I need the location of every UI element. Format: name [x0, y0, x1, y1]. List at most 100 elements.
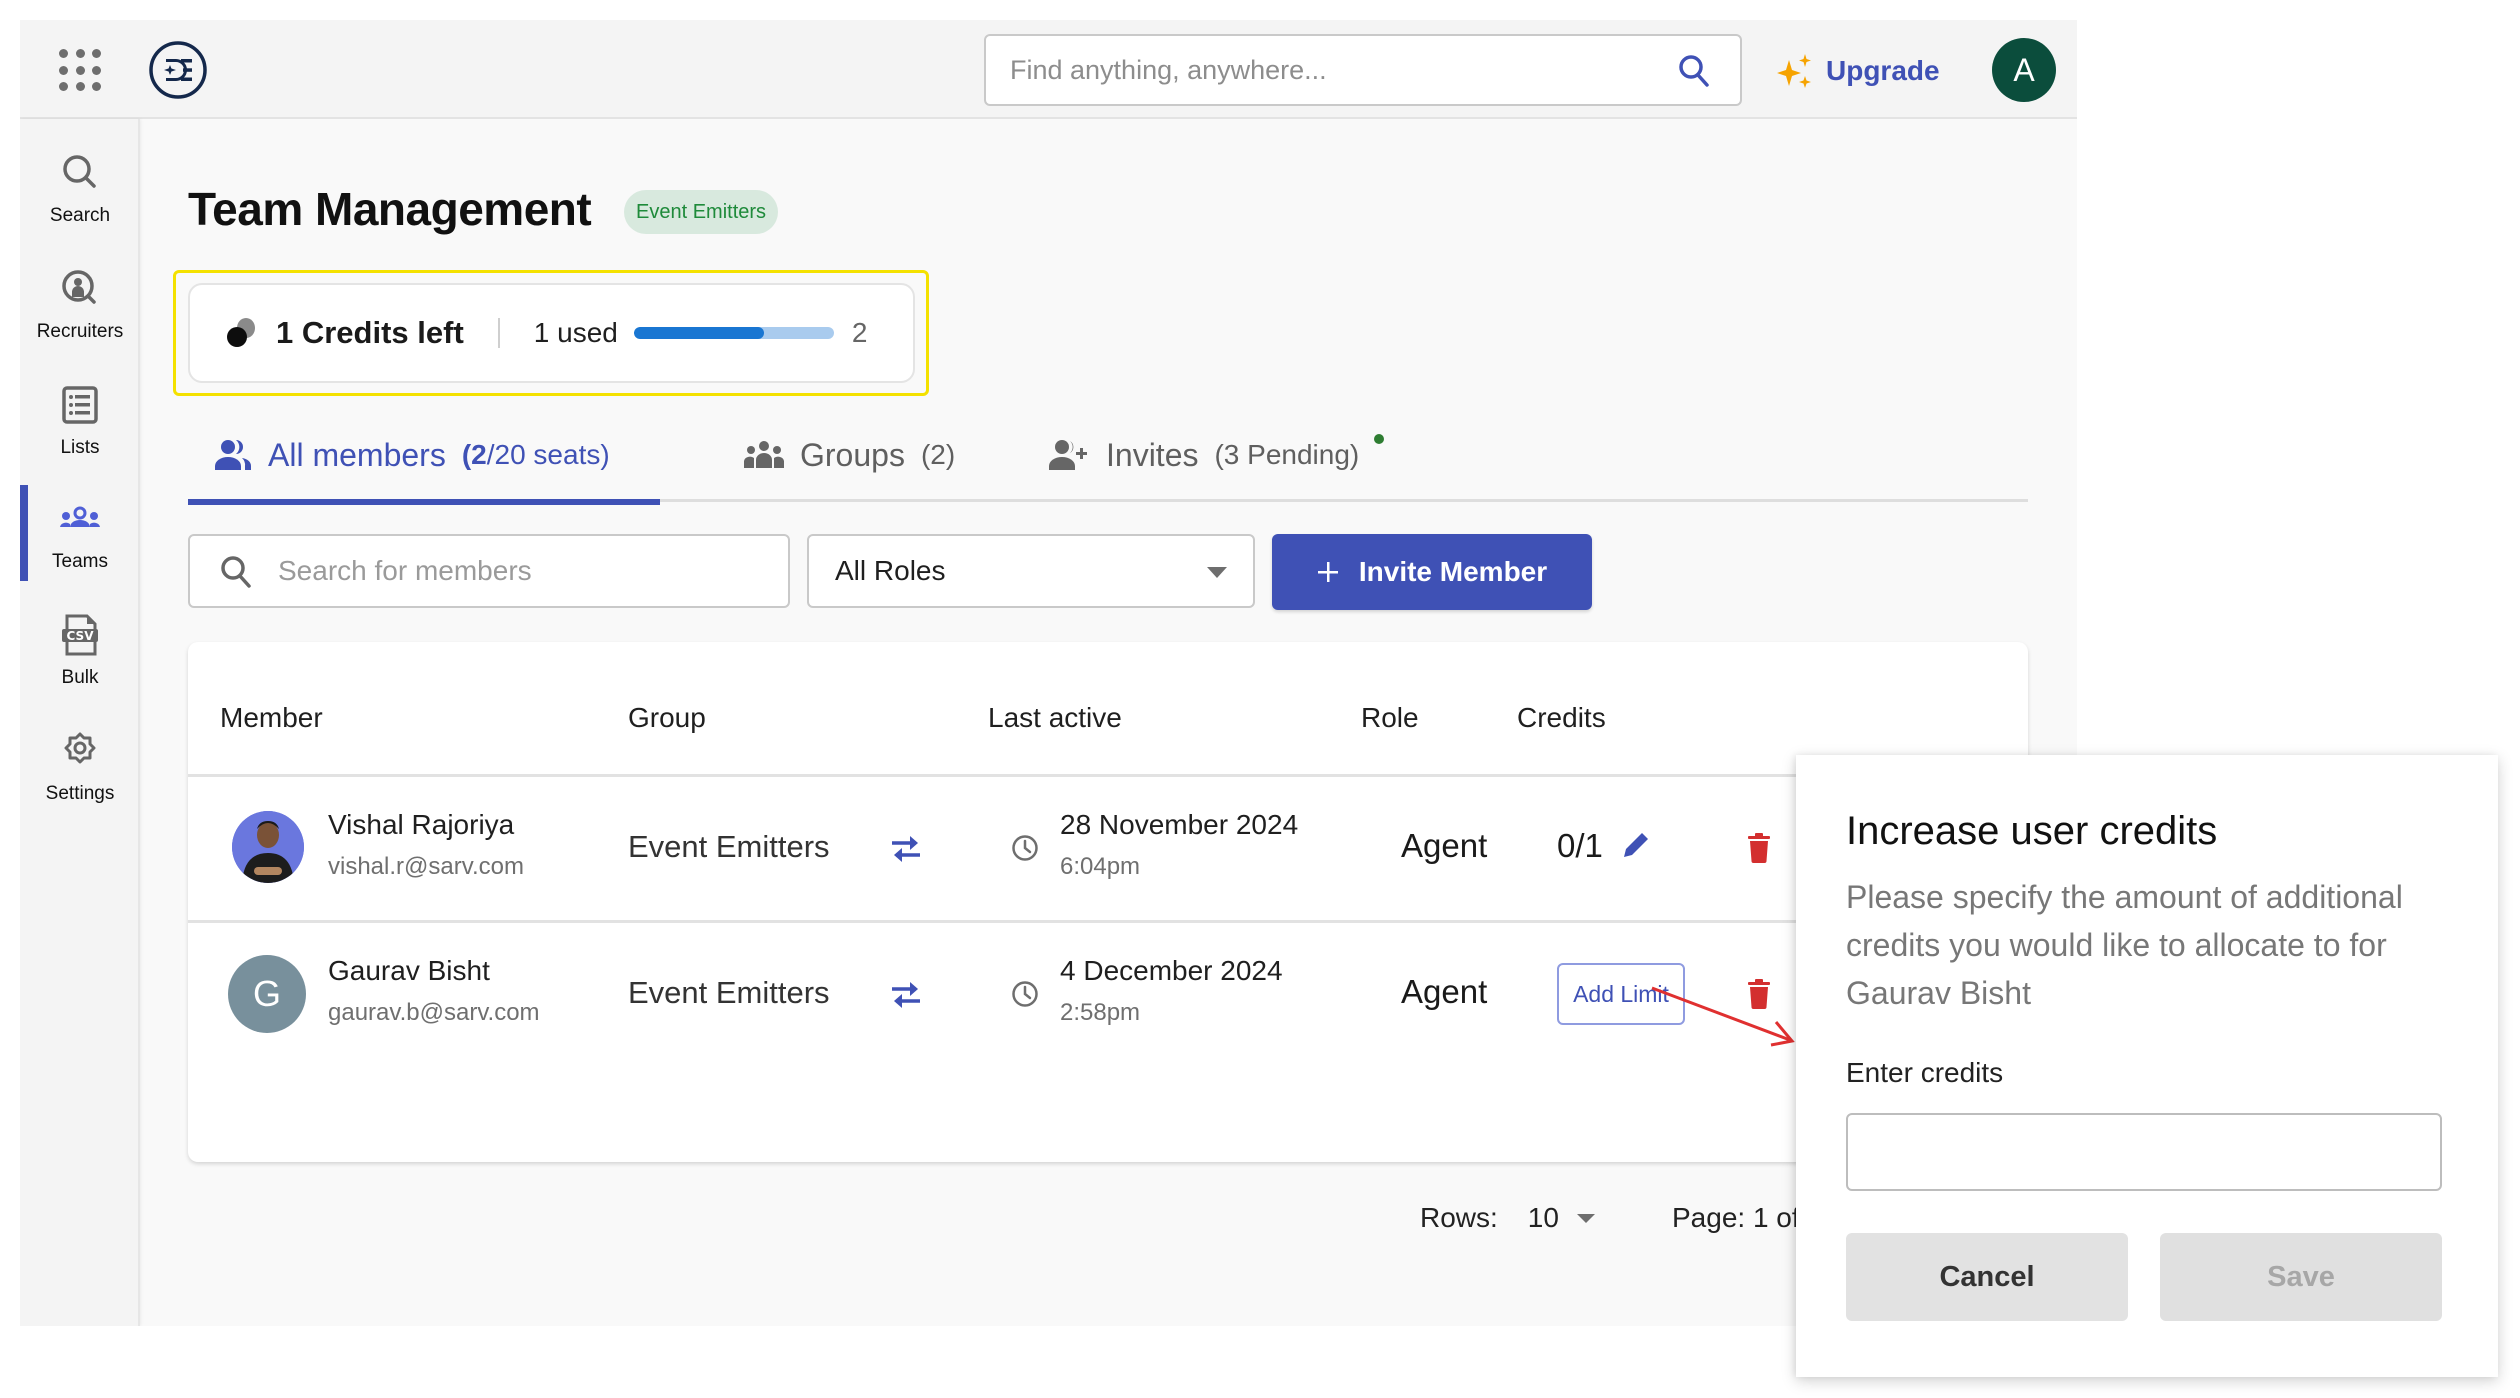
member-tabs: All members (2/20 seats) Groups (2) Invi…	[188, 420, 2028, 505]
last-active-time: 6:04pm	[1060, 853, 1141, 880]
change-group-icon[interactable]	[888, 833, 924, 863]
column-header-role: Role	[1361, 702, 1419, 733]
divider	[497, 318, 500, 348]
last-active-date: 28 November 2024	[1060, 809, 1299, 840]
user-avatar[interactable]: A	[1992, 38, 2056, 102]
clock-icon	[1012, 981, 1038, 1007]
sidebar-item-recruiters[interactable]: Recruiters	[20, 255, 140, 367]
credits-used-label: 1 used	[533, 317, 618, 348]
recruiter-search-icon	[62, 270, 96, 304]
credits-total-label: 2	[851, 317, 868, 348]
rows-per-page[interactable]: Rows: 10	[1420, 1198, 1595, 1238]
column-header-credits: Credits	[1517, 702, 1606, 733]
members-icon	[215, 440, 252, 470]
member-group: Event Emitters	[628, 829, 830, 864]
sidebar-item-lists[interactable]: Lists	[20, 371, 140, 483]
page-indicator: Page: 1 of	[1672, 1198, 1800, 1238]
tab-label: Invites	[1106, 436, 1199, 473]
upgrade-label: Upgrade	[1826, 55, 1940, 86]
sidebar-item-teams[interactable]: Teams	[20, 485, 140, 597]
tab-all-members[interactable]: All members (2/20 seats)	[188, 420, 660, 505]
sidebar: Search Recruiters Lists Teams CSV Bulk S…	[20, 119, 140, 1326]
tab-invites[interactable]: Invites (3 Pending)	[1048, 420, 1359, 502]
member-name: Gaurav Bisht	[328, 955, 490, 986]
sidebar-item-label: Teams	[52, 551, 108, 572]
rows-label: Rows:	[1420, 1202, 1498, 1233]
member-group: Event Emitters	[628, 975, 830, 1010]
avatar: G	[228, 955, 306, 1033]
column-header-last-active: Last active	[988, 702, 1122, 733]
rows-value: 10	[1527, 1202, 1559, 1233]
tab-groups[interactable]: Groups (2)	[744, 420, 955, 502]
member-name: Vishal Rajoriya	[328, 809, 515, 840]
plus-icon	[1317, 562, 1338, 582]
page-title: Team Management	[188, 183, 592, 235]
invite-member-button[interactable]: Invite Member	[1272, 534, 1592, 610]
credits-input-label: Enter credits	[1846, 1057, 2004, 1088]
apps-grid-icon[interactable]	[57, 47, 105, 95]
member-role: Agent	[1401, 827, 1488, 864]
list-icon	[62, 386, 98, 424]
brand-logo[interactable]	[148, 40, 208, 100]
gear-icon	[64, 732, 96, 764]
search-icon	[221, 556, 251, 588]
member-search-input[interactable]	[278, 536, 758, 606]
change-group-icon[interactable]	[888, 979, 924, 1009]
app-window: Upgrade A Search Recruiters	[20, 20, 2077, 1326]
credits-progress-fill	[633, 327, 764, 339]
sidebar-item-search[interactable]: Search	[20, 139, 140, 251]
last-active-time: 2:58pm	[1060, 999, 1141, 1026]
avatar	[232, 811, 304, 883]
add-limit-button[interactable]: Add Limit	[1557, 963, 1685, 1025]
credits-input[interactable]	[1846, 1113, 2442, 1191]
search-icon[interactable]	[1676, 53, 1712, 89]
cancel-button[interactable]: Cancel	[1846, 1233, 2128, 1321]
sidebar-item-label: Settings	[45, 783, 115, 804]
sidebar-item-label: Search	[49, 205, 111, 226]
chevron-down-icon	[1207, 567, 1227, 578]
invite-user-icon	[1049, 440, 1087, 470]
upgrade-button[interactable]: Upgrade	[1776, 46, 1940, 96]
sidebar-item-label: Bulk	[61, 667, 99, 688]
trash-icon[interactable]	[1746, 979, 1772, 1009]
sparkle-icon	[1777, 54, 1811, 88]
last-active-date: 4 December 2024	[1060, 955, 1283, 986]
roles-dropdown-value: All Roles	[835, 555, 946, 586]
sidebar-item-label: Recruiters	[36, 321, 124, 342]
sidebar-item-label: Lists	[60, 437, 100, 458]
clock-icon	[1012, 835, 1038, 861]
table-row: G Gaurav Bisht gaurav.b@sarv.com Event E…	[188, 923, 2028, 1069]
tab-count: (2)	[920, 439, 956, 470]
save-button[interactable]: Save	[2160, 1233, 2442, 1321]
invite-member-label: Invite Member	[1358, 556, 1548, 587]
credits-progress-bar	[633, 327, 834, 339]
tab-count: (3 Pending)	[1214, 439, 1360, 470]
dialog-description: Please specify the amount of additional …	[1846, 879, 2403, 1011]
column-header-member: Member	[220, 702, 323, 733]
invites-notification-dot	[1374, 434, 1384, 444]
teams-icon	[60, 506, 100, 527]
tab-count: (2/20 seats)	[461, 439, 610, 470]
dialog-title: Increase user credits	[1846, 809, 2218, 853]
table-row: Vishal Rajoriya vishal.r@sarv.com Event …	[188, 777, 2028, 923]
member-credits: 0/1	[1557, 827, 1603, 864]
column-header-group: Group	[628, 702, 706, 733]
groups-icon	[744, 441, 784, 468]
tab-label: All members	[268, 436, 446, 473]
sidebar-item-settings[interactable]: Settings	[20, 717, 140, 829]
credits-summary-card: 1 Credits left 1 used 2	[188, 283, 915, 383]
roles-dropdown[interactable]: All Roles	[807, 534, 1255, 608]
svg-text:CSV: CSV	[67, 629, 95, 643]
trash-icon[interactable]	[1746, 833, 1772, 863]
coins-icon	[227, 318, 255, 347]
credits-left-label: 1 Credits left	[276, 315, 464, 350]
global-search-input[interactable]	[1010, 36, 1650, 104]
top-header: Upgrade A	[20, 20, 2077, 119]
tab-label: Groups	[800, 436, 905, 473]
members-table: Member Group Last active Role Credits Vi…	[188, 642, 2028, 1162]
chevron-down-icon	[1576, 1213, 1595, 1223]
increase-credits-dialog: Increase user credits Please specify the…	[1796, 755, 2498, 1377]
edit-pencil-icon[interactable]	[1618, 829, 1652, 863]
member-search-box	[188, 534, 790, 608]
sidebar-item-bulk[interactable]: CSV Bulk	[20, 601, 140, 713]
